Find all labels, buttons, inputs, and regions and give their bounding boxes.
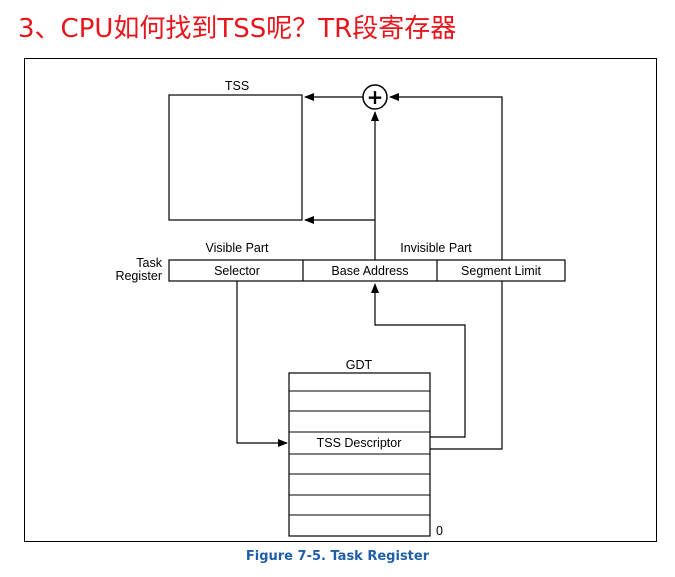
descriptor-to-limit-line: [430, 281, 503, 450]
segment-limit-field: Segment Limit: [461, 264, 541, 278]
selector-field: Selector: [214, 264, 260, 278]
base-address-field: Base Address: [331, 264, 408, 278]
invisible-part-label: Invisible Part: [400, 241, 472, 255]
adder-plus-symbol: +: [367, 85, 384, 109]
tss-label: TSS: [225, 79, 249, 93]
tss-descriptor-entry: TSS Descriptor: [317, 436, 402, 450]
selector-to-descriptor-arrow: [236, 281, 288, 447]
tss-box: [168, 94, 303, 221]
gdt-index-zero: 0: [436, 524, 443, 538]
task-label-line1: Task: [136, 256, 162, 270]
gdt-label: GDT: [346, 358, 373, 372]
limit-to-adder-arrow: [389, 93, 503, 260]
descriptor-to-base-arrow: [371, 283, 466, 438]
figure-caption: Figure 7-5. Task Register: [245, 549, 430, 564]
register-label-line2: Register: [115, 269, 162, 283]
task-register-diagram: TSS + Visible Part Invisible Part Task R…: [115, 79, 566, 538]
visible-part-label: Visible Part: [206, 241, 270, 255]
